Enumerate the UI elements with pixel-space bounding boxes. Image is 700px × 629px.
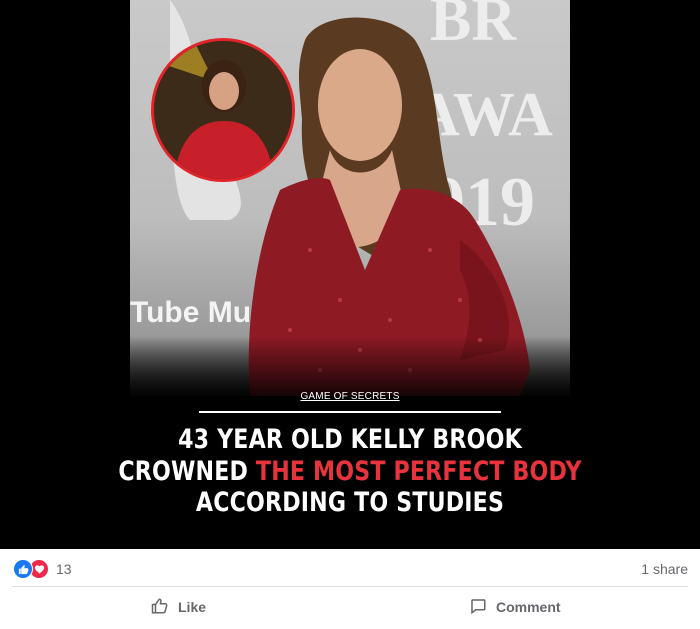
bg-text-br: BR [430, 0, 517, 54]
reaction-icons[interactable] [13, 559, 53, 579]
comment-label: Comment [496, 599, 561, 615]
reaction-count[interactable]: 13 [56, 561, 72, 577]
share-count[interactable]: 1 share [641, 561, 688, 577]
headline-line-1: 43 YEAR OLD KELLY BROOK [178, 424, 522, 455]
headline-line-2: CROWNED THE MOST PERFECT BODY [63, 456, 637, 488]
actions-divider [12, 586, 688, 587]
comment-icon [468, 597, 488, 618]
like-icon [13, 559, 33, 579]
like-label: Like [178, 599, 207, 615]
bg-text-tube: Tube Mu [130, 296, 251, 329]
comment-button[interactable]: Comment [468, 596, 561, 618]
caption-divider [199, 411, 501, 413]
headline-line-2-prefix: CROWNED [118, 455, 256, 487]
post-image[interactable]: BR AWA 019 Tube Mu ard [0, 0, 700, 549]
headline-line-3: ACCORDING TO STUDIES [195, 487, 505, 518]
headline-highlight: THE MOST PERFECT BODY [255, 455, 582, 487]
photo-fade [130, 336, 570, 396]
source-label[interactable]: GAME OF SECRETS [0, 391, 700, 402]
reactions-row: 13 1 share [0, 549, 700, 587]
thumbs-up-icon [150, 597, 170, 618]
inset-illustration [154, 41, 292, 179]
like-button[interactable]: Like [150, 596, 206, 618]
inset-photo [151, 38, 295, 182]
headline: 43 YEAR OLD KELLY BROOK CROWNED THE MOST… [63, 424, 637, 519]
